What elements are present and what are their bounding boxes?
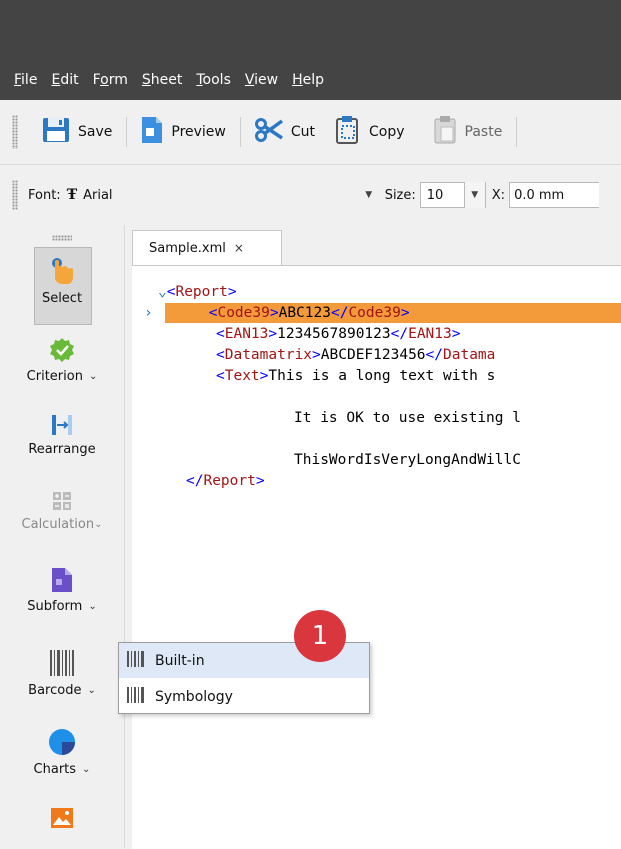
tool-barcode-label: Barcode	[28, 683, 82, 698]
image-icon	[0, 807, 124, 829]
chevron-down-icon[interactable]: ▼	[463, 182, 485, 208]
code-line: It is OK to use existing l	[294, 410, 521, 426]
current-line-arrow-icon: ›	[144, 305, 153, 321]
copy-button[interactable]: Copy	[329, 112, 411, 152]
chevron-down-icon[interactable]: ⌄	[88, 601, 96, 612]
close-icon[interactable]: ×	[234, 241, 244, 255]
pie-chart-icon	[0, 728, 124, 756]
checkmark-badge-icon	[0, 337, 124, 363]
tool-rearrange[interactable]: Rearrange	[0, 414, 124, 457]
chevron-down-icon[interactable]: ⌄	[89, 371, 97, 382]
menu-edit[interactable]: Edit	[51, 72, 78, 88]
font-label: Font:	[28, 187, 61, 203]
menu-tools[interactable]: Tools	[196, 72, 231, 88]
code-line: ThisWordIsVeryLongAndWillC	[294, 452, 521, 468]
font-type-icon: Ŧ	[66, 187, 78, 203]
font-toolbar: Font: Ŧ Arial ▼ Size: 10 ▼ X: 0.0 mm	[0, 165, 621, 225]
copy-icon	[335, 115, 361, 149]
code-line: <Datamatrix>ABCDEF123456</Datama	[216, 347, 496, 363]
size-label: Size:	[384, 187, 416, 203]
main-toolbar: Save Preview Cut Copy Paste	[0, 100, 621, 165]
save-icon	[42, 117, 70, 147]
tool-criterion[interactable]: Criterion ⌄	[0, 337, 124, 384]
tool-calculation[interactable]: Calculation ⌄	[0, 491, 124, 532]
cut-button[interactable]: Cut	[249, 112, 321, 152]
chevron-down-icon[interactable]: ⌄	[82, 764, 90, 775]
size-value: 10	[426, 187, 444, 203]
tab-title: Sample.xml	[149, 240, 226, 256]
chevron-down-icon[interactable]: ⌄	[87, 685, 95, 696]
chevron-down-icon[interactable]: ▼	[359, 182, 379, 208]
calculator-icon	[0, 491, 124, 511]
font-select[interactable]: Ŧ Arial ▼	[67, 182, 379, 208]
menu-item-label: Built-in	[155, 652, 205, 669]
menu-sheet[interactable]: Sheet	[142, 72, 182, 88]
title-bar	[0, 0, 621, 60]
size-select[interactable]: 10 ▼	[419, 182, 486, 208]
menu-bar: File Edit Form Sheet Tools View Help	[0, 60, 621, 100]
subform-document-icon	[0, 567, 124, 593]
step-number-badge: 1	[294, 610, 346, 662]
menu-form[interactable]: Form	[93, 72, 128, 88]
tab-sample-xml[interactable]: Sample.xml ×	[132, 230, 282, 265]
code-line: </Report>	[186, 473, 265, 489]
paste-label: Paste	[464, 124, 503, 140]
tool-criterion-label: Criterion	[26, 369, 83, 384]
menu-item-symbology[interactable]: Symbology	[119, 679, 369, 714]
toolbar-grip[interactable]	[12, 115, 18, 149]
tool-select-label: Select	[41, 291, 83, 306]
code-line: <Text>This is a long text with s	[216, 368, 496, 384]
tool-subform[interactable]: Subform ⌄	[0, 567, 124, 614]
tool-charts[interactable]: Charts ⌄	[0, 728, 124, 777]
fold-chevron-icon[interactable]: ⌄	[158, 284, 167, 300]
copy-label: Copy	[369, 124, 405, 140]
fontbar-grip[interactable]	[12, 180, 18, 210]
tool-select[interactable]: Select	[0, 255, 124, 306]
x-position-input[interactable]: 0.0 mm	[509, 182, 600, 208]
menu-help[interactable]: Help	[292, 72, 324, 88]
x-label: X:	[491, 187, 506, 203]
editor-pane: Sample.xml × ⌄<Report> › <Code39>ABC123</…	[130, 225, 621, 849]
barcode-icon	[127, 686, 145, 707]
toolbar-separator	[239, 117, 241, 147]
toolbar-separator	[126, 117, 128, 147]
tool-subform-label: Subform	[27, 599, 83, 614]
x-value: 0.0 mm	[514, 187, 565, 203]
barcode-icon	[0, 649, 124, 677]
tool-image[interactable]	[0, 807, 124, 829]
hand-pointer-icon	[0, 255, 124, 285]
code-line: <EAN13>1234567890123</EAN13>	[216, 326, 461, 342]
chevron-down-icon[interactable]: ⌄	[94, 519, 102, 530]
code-line: ⌄<Report>	[158, 284, 237, 300]
toolbar-separator	[516, 117, 518, 147]
menu-view[interactable]: View	[245, 72, 278, 88]
preview-label: Preview	[171, 124, 226, 140]
preview-button[interactable]: Preview	[135, 112, 232, 152]
tool-calculation-label: Calculation	[21, 517, 95, 532]
preview-icon	[141, 116, 163, 148]
rearrange-icon	[0, 414, 124, 436]
menu-file[interactable]: File	[14, 72, 37, 88]
cut-label: Cut	[290, 124, 316, 140]
scissors-icon	[254, 118, 283, 146]
tool-rearrange-label: Rearrange	[28, 442, 96, 457]
tool-barcode[interactable]: Barcode ⌄	[0, 649, 124, 698]
font-value: Arial	[83, 187, 113, 203]
save-label: Save	[78, 124, 113, 140]
paste-button[interactable]: Paste	[427, 112, 509, 152]
tab-bar: Sample.xml ×	[130, 225, 621, 265]
paste-icon	[433, 115, 457, 149]
menu-item-label: Symbology	[155, 688, 233, 705]
xml-code-editor[interactable]: ⌄<Report> › <Code39>ABC123</Code39> <EAN1…	[132, 265, 621, 849]
save-button[interactable]: Save	[36, 112, 118, 152]
barcode-icon	[127, 650, 145, 671]
code-line-highlighted: › <Code39>ABC123</Code39>	[132, 303, 621, 323]
tool-sidebar: Select Criterion ⌄ Rearrange Calculation ⌄…	[0, 225, 125, 848]
sidebar-grip[interactable]	[52, 235, 72, 241]
tool-charts-label: Charts	[33, 762, 77, 777]
